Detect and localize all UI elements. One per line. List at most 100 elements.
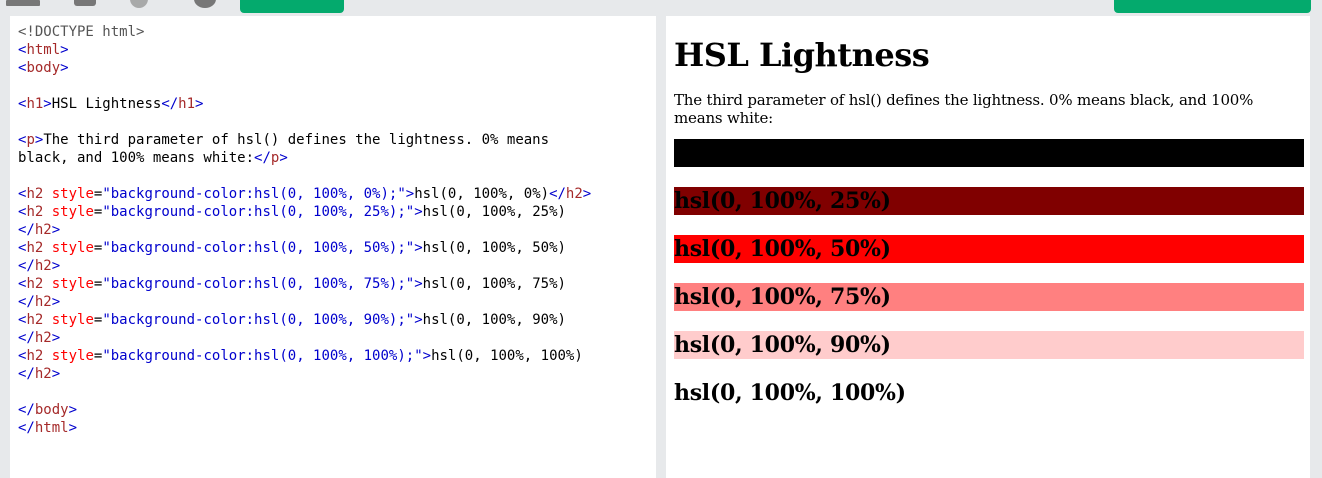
code-token: h2 — [34, 366, 52, 382]
code-token: body — [34, 402, 69, 418]
code-token: </ — [18, 258, 35, 274]
code-line: </h2> — [18, 329, 591, 347]
code-token: style — [51, 312, 94, 328]
code-line: <h2 style="background-color:hsl(0, 100%,… — [18, 275, 591, 293]
result-paragraph: The third parameter of hsl() defines the… — [674, 91, 1254, 127]
code-token: "background-color:hsl(0, 100%, 50%);" — [102, 240, 415, 256]
code-line: <h2 style="background-color:hsl(0, 100%,… — [18, 347, 591, 365]
code-line: <html> — [18, 41, 591, 59]
code-token: hsl(0, 100%, 90%) — [422, 312, 566, 328]
rotate-icon[interactable] — [194, 0, 216, 8]
code-token: > — [414, 276, 423, 292]
hsl-heading-25: hsl(0, 100%, 25%) — [674, 187, 1304, 215]
code-token: hsl(0, 100%, 0%) — [414, 186, 550, 202]
code-line: </h2> — [18, 293, 591, 311]
code-token: p — [26, 132, 35, 148]
hsl-heading-50: hsl(0, 100%, 50%) — [674, 235, 1304, 263]
save-icon[interactable] — [74, 0, 96, 6]
run-button[interactable] — [240, 0, 344, 13]
code-token: HSL Lightness — [51, 96, 162, 112]
code-token: h2 — [26, 186, 52, 202]
code-editor[interactable]: <!DOCTYPE html> <html> <body> <h1>HSL Light… — [10, 16, 656, 478]
code-token: h1 — [178, 96, 196, 112]
code-token: h2 — [26, 240, 52, 256]
code-token: > — [414, 312, 423, 328]
code-line: </h2> — [18, 365, 591, 383]
code-token: > — [60, 42, 69, 58]
code-line: </html> — [18, 419, 591, 437]
code-line: black, and 100% means white:</p> — [18, 149, 591, 167]
code-token: </ — [18, 222, 35, 238]
code-token: html — [26, 42, 61, 58]
code-token: h2 — [34, 222, 52, 238]
code-token: </ — [254, 150, 271, 166]
hsl-heading-0: hsl(0, 100%, 0%) — [674, 139, 1304, 167]
code-token: > — [68, 402, 78, 418]
result-heading: HSL Lightness — [674, 36, 930, 74]
code-token: > — [51, 330, 61, 346]
code-token: </ — [161, 96, 179, 112]
code-line: </body> — [18, 401, 591, 419]
code-token: > — [51, 222, 61, 238]
code-line: <p>The third parameter of hsl() defines … — [18, 131, 591, 149]
code-token: hsl(0, 100%, 50%) — [422, 240, 566, 256]
code-token: hsl(0, 100%, 75%) — [422, 276, 566, 292]
hsl-heading-75: hsl(0, 100%, 75%) — [674, 283, 1304, 311]
pane-splitter[interactable] — [656, 16, 666, 478]
code-token: > — [51, 294, 61, 310]
code-token: h2 — [26, 276, 52, 292]
code-token: style — [51, 240, 94, 256]
code-token: > — [405, 186, 415, 202]
code-token: body — [26, 60, 61, 76]
code-line: <h2 style="background-color:hsl(0, 100%,… — [18, 203, 591, 221]
code-token: "background-color:hsl(0, 100%, 100%);" — [102, 348, 423, 364]
code-token: > — [43, 96, 52, 112]
code-line: <body> — [18, 59, 591, 77]
code-token: h2 — [565, 186, 583, 202]
code-token: html — [34, 420, 69, 436]
code-line: </h2> — [18, 257, 591, 275]
code-token: </ — [18, 330, 35, 346]
code-token: "background-color:hsl(0, 100%, 75%);" — [102, 276, 415, 292]
code-token: style — [51, 186, 94, 202]
code-token: h2 — [34, 294, 52, 310]
code-token: > — [422, 348, 432, 364]
result-frame: HSL Lightness The third parameter of hsl… — [666, 16, 1310, 478]
hsl-heading-100: hsl(0, 100%, 100%) — [674, 379, 1304, 407]
hsl-heading-90: hsl(0, 100%, 90%) — [674, 331, 1304, 359]
code-token: style — [51, 348, 94, 364]
code-token: hsl(0, 100%, 100%) — [431, 348, 583, 364]
code-token: </ — [549, 186, 566, 202]
code-token: "background-color:hsl(0, 100%, 25%);" — [102, 204, 415, 220]
code-token: > — [582, 186, 592, 202]
code-line: <h2 style="background-color:hsl(0, 100%,… — [18, 239, 591, 257]
code-token: </ — [18, 420, 35, 436]
code-token: The third parameter of hsl() defines the… — [43, 132, 550, 148]
code-token: style — [51, 276, 94, 292]
code-token: <!DOCTYPE html> — [18, 24, 145, 40]
code-text[interactable]: <!DOCTYPE html> <html> <body> <h1>HSL Light… — [18, 23, 591, 437]
code-token: h2 — [34, 258, 52, 274]
code-token: h1 — [26, 96, 44, 112]
code-token: > — [68, 420, 78, 436]
code-token: > — [51, 258, 61, 274]
code-token: h2 — [26, 204, 52, 220]
top-toolbar — [0, 0, 1322, 16]
get-space-button[interactable] — [1114, 0, 1311, 13]
menu-icon[interactable] — [6, 0, 40, 6]
code-token: </ — [18, 402, 35, 418]
code-token: black, and 100% means white: — [18, 150, 255, 166]
code-token: style — [51, 204, 94, 220]
code-token: h2 — [34, 330, 52, 346]
theme-icon[interactable] — [130, 0, 148, 8]
code-token: "background-color:hsl(0, 100%, 0%);" — [102, 186, 406, 202]
right-scroll-edge — [1310, 16, 1322, 478]
code-token: > — [51, 366, 61, 382]
code-line: <h1>HSL Lightness</h1> — [18, 95, 591, 113]
code-line: <h2 style="background-color:hsl(0, 100%,… — [18, 311, 591, 329]
code-token: "background-color:hsl(0, 100%, 90%);" — [102, 312, 415, 328]
